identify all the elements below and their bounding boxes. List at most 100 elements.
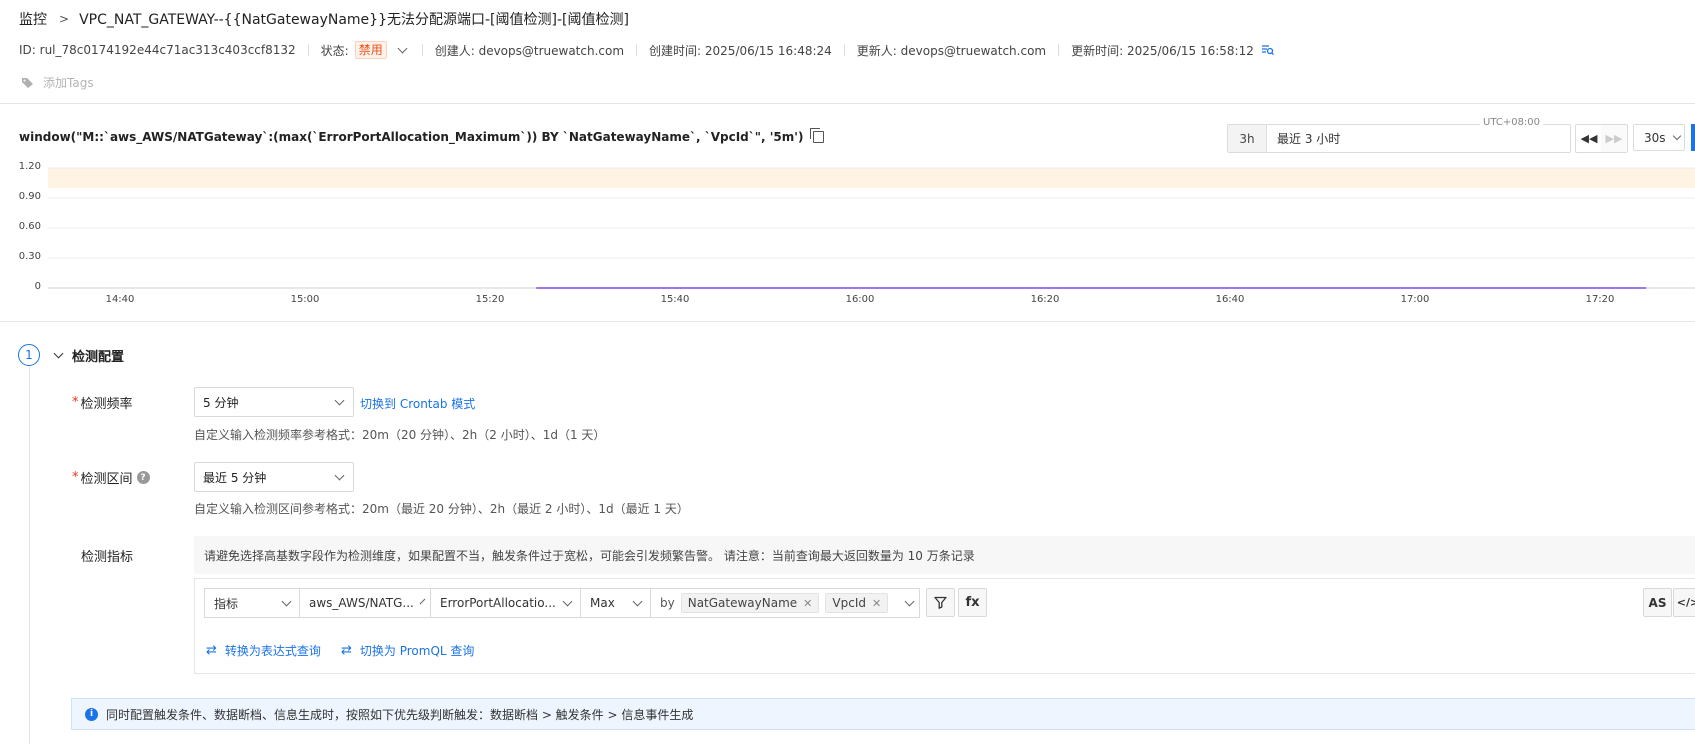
copy-icon[interactable] [810,128,825,143]
created-time: 创建时间: 2025/06/15 16:48:24 [649,43,832,58]
query-builder-row: 指标 aws_AWS/NATG... ErrorPortAllocatio...… [204,588,987,618]
crontab-switch-link[interactable]: 切换到 Crontab 模式 [360,395,475,412]
filter-icon [934,596,947,609]
freq-hint: 自定义输入检测频率参考格式：20m（20 分钟）、2h（2 小时）、1d（1 天… [194,428,606,442]
query-expression: window("M::`aws_AWS/NATGateway`:(max(`Er… [19,128,825,144]
breadcrumb-separator-icon: > [59,12,70,26]
x-tick-label: 16:40 [1215,294,1245,305]
group-tag-natgatewayname[interactable]: NatGatewayName ✕ [680,593,820,613]
range-label-text: 检测区间 [80,472,133,487]
refresh-interval-value: 30s [1644,130,1666,145]
info-icon: i [85,707,98,721]
meta-bar: ID: rul_78c0174192e44c71ac313c403ccf8132… [19,41,1274,59]
edge-scroll-indicator [1691,124,1695,151]
freq-label-text: 检测频率 [80,397,133,412]
breadcrumb-monitor-link[interactable]: 监控 [19,9,47,29]
chevron-down-icon [419,598,426,605]
swap-icon: ⇄ [341,643,352,658]
status-label: 状态: [320,43,349,58]
query-text: window("M::`aws_AWS/NATGateway`:(max(`Er… [19,130,804,144]
group-by-select[interactable]: by NatGatewayName ✕ VpcId ✕ [650,588,920,618]
range-label: * 检测区间 ? [72,468,150,487]
code-button[interactable]: </> [1673,588,1695,617]
remove-tag-icon[interactable]: ✕ [803,597,812,610]
function-icon: fx [965,595,980,610]
alias-label: AS [1648,595,1667,610]
chevron-down-icon [334,470,345,481]
field-select[interactable]: ErrorPortAllocatio... [430,588,580,618]
y-tick-label: 1.20 [18,161,41,172]
timezone-label: UTC+08:00 [1480,117,1544,128]
code-icon: </> [1676,596,1695,609]
chart-svg [48,167,1695,289]
range-hint: 自定义输入检测区间参考格式：20m（最近 20 分钟）、2h（最近 2 小时）、… [194,502,689,516]
freq-value: 5 分钟 [203,395,239,410]
group-tag-label: VpcId [832,596,866,610]
x-tick-label: 16:00 [845,294,875,305]
filter-button[interactable] [926,588,955,617]
convert-expression-link[interactable]: ⇄ 转换为表达式查询 [206,642,321,659]
freq-select[interactable]: 5 分钟 [194,387,354,417]
chart-divider [0,321,1695,322]
section-header[interactable]: 检测配置 [53,346,125,365]
group-tag-vpcid[interactable]: VpcId ✕ [825,593,889,613]
creator: 创建人: devops@truewatch.com [434,43,625,58]
help-question-icon[interactable]: ? [136,471,150,484]
y-tick-label: 0.30 [18,251,41,262]
time-range-text: 最近 3 小时 [1277,132,1341,146]
by-label: by [660,596,675,610]
swap-icon: ⇄ [206,643,217,658]
y-tick-label: 0.90 [18,191,41,202]
y-tick-label: 0 [34,281,41,292]
range-select[interactable]: 最近 5 分钟 [194,462,354,492]
x-tick-label: 15:00 [290,294,320,305]
tag-icon [22,77,33,88]
step-connector-line [29,367,30,744]
chevron-down-icon [562,596,573,607]
convert-promql-link[interactable]: ⇄ 切换为 PromQL 查询 [341,642,474,659]
status-dropdown-chevron-icon[interactable] [397,43,408,54]
time-forward-button[interactable]: ▶▶ [1601,124,1628,153]
time-quick-select[interactable]: 3h [1228,125,1267,152]
data-type-select[interactable]: 指标 [204,588,299,618]
convert-expression-label: 转换为表达式查询 [224,644,321,658]
x-tick-label: 14:40 [105,294,135,305]
rule-id: ID: rul_78c0174192e44c71ac313c403ccf8132 [19,43,296,57]
updater: 更新人: devops@truewatch.com [856,43,1047,58]
chevron-down-icon [632,596,643,607]
convert-promql-label: 切换为 PromQL 查询 [359,644,475,658]
measurement-select[interactable]: aws_AWS/NATG... [299,588,430,618]
metric-warning: 请避免选择高基数字段作为检测维度，如果配置不当，触发条件过于宽松，可能会引发频繁… [194,536,1695,574]
collapse-chevron-icon[interactable] [53,348,64,359]
section-title: 检测配置 [72,350,125,365]
add-tags-placeholder: 添加Tags [43,76,94,90]
history-search-icon[interactable] [1261,44,1274,56]
x-tick-label: 16:20 [1030,294,1060,305]
metric-label: 检测指标 [81,550,134,565]
aggregation-select[interactable]: Max [580,588,650,618]
fast-forward-icon: ▶▶ [1605,132,1623,145]
y-tick-label: 0.60 [18,221,41,232]
step-number: 1 [18,344,40,366]
add-tags[interactable]: 添加Tags [21,74,94,91]
chevron-down-icon [1672,131,1681,141]
metric-chart[interactable]: 1.20 0.90 0.60 0.30 0 14:40 15:00 15:20 15:40 16… [0,160,1695,310]
x-tick-label: 17:20 [1585,294,1615,305]
threshold-band [48,168,1695,188]
required-asterisk: * [72,470,79,485]
chevron-down-icon [334,395,345,406]
time-range-picker[interactable]: 3h 最近 3 小时 [1227,124,1571,153]
freq-label: * 检测频率 [72,393,133,412]
alias-button[interactable]: AS [1643,588,1672,617]
measurement-value: aws_AWS/NATG... [309,596,414,610]
time-back-button[interactable]: ◀◀ [1575,124,1603,153]
x-tick-label: 15:40 [660,294,690,305]
status-badge: 禁用 [354,41,387,59]
group-tag-label: NatGatewayName [687,596,798,610]
refresh-interval-select[interactable]: 30s [1633,124,1685,151]
header-divider [0,103,1695,104]
rewind-icon: ◀◀ [1580,132,1598,145]
function-button[interactable]: fx [958,588,987,617]
chevron-down-icon [281,596,292,607]
remove-tag-icon[interactable]: ✕ [872,597,881,610]
